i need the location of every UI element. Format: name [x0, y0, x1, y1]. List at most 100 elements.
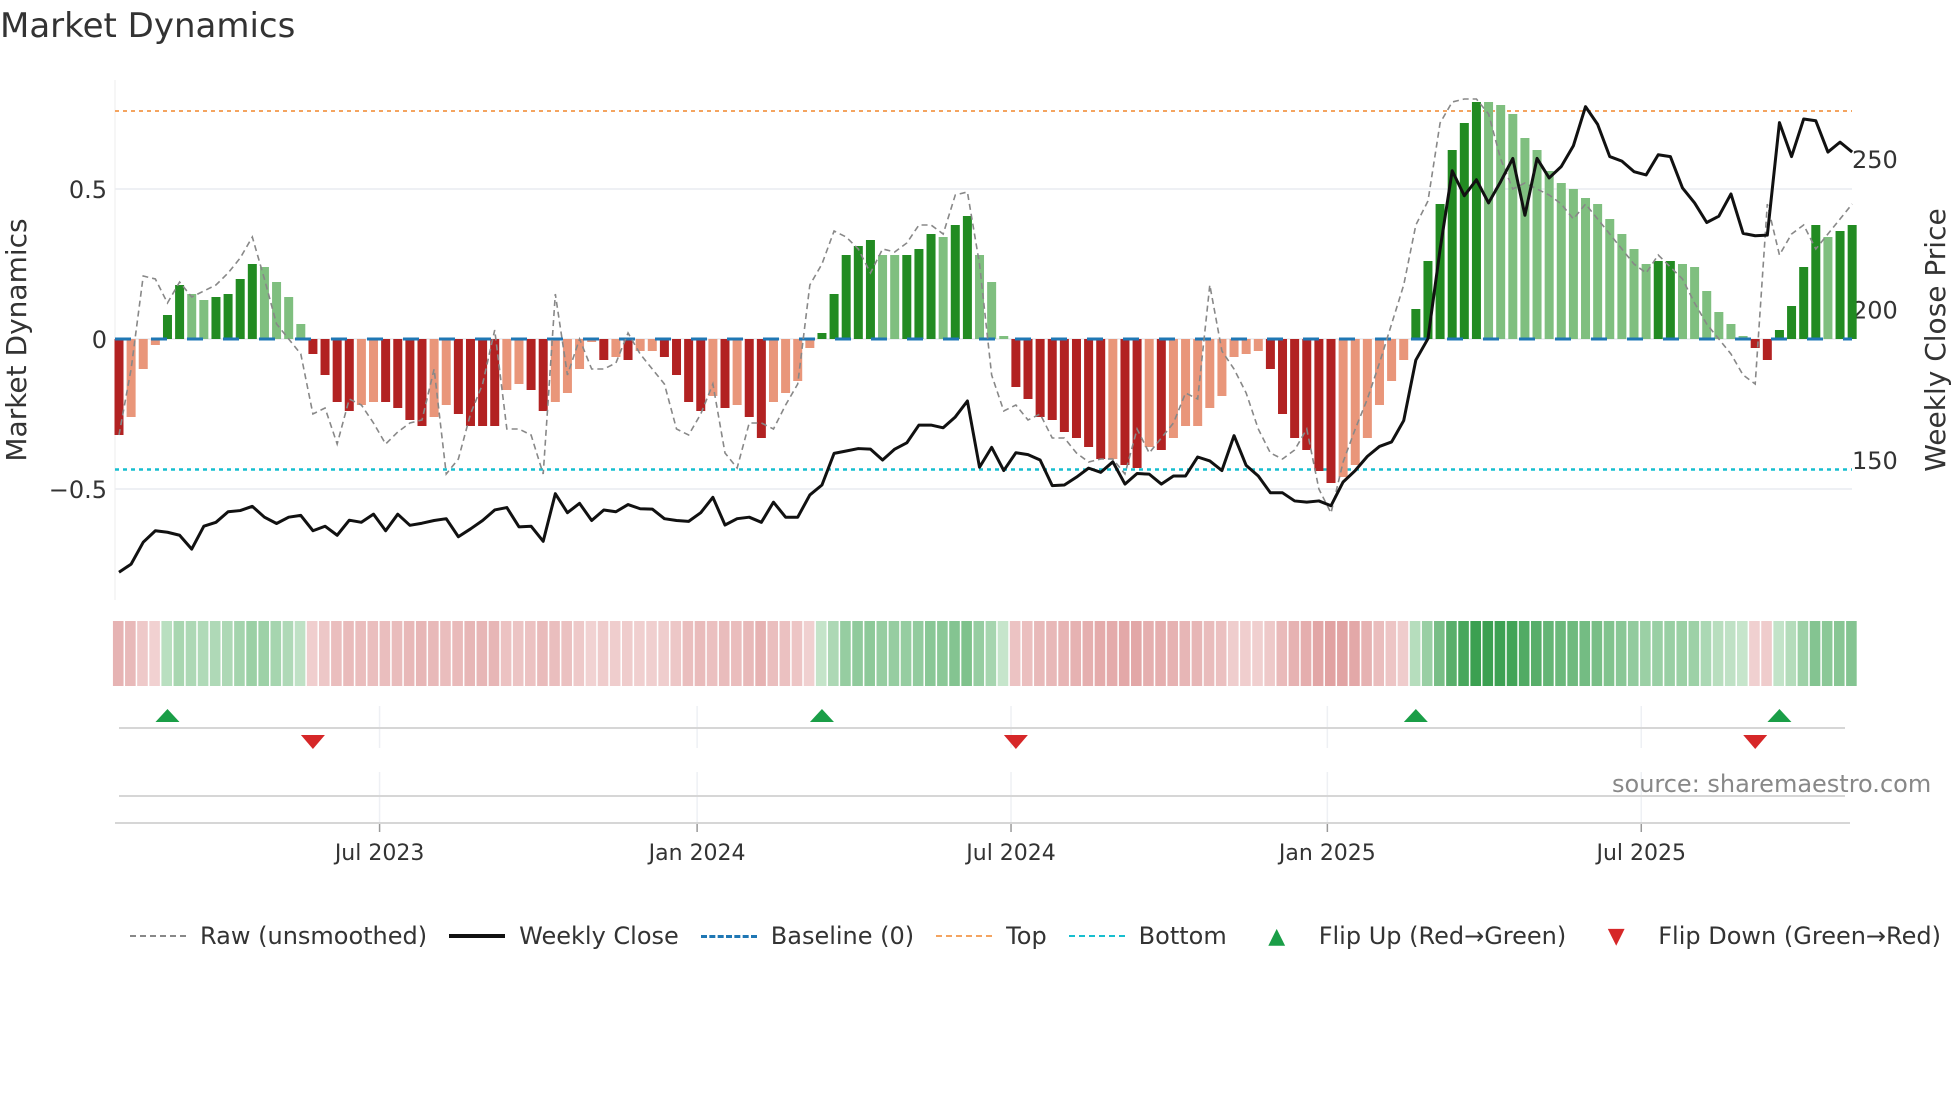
heatmap-cell	[1070, 621, 1082, 686]
heatmap-cell	[549, 621, 560, 686]
bar	[841, 255, 851, 339]
heatmap-cell	[924, 621, 936, 686]
heatmap-cell	[949, 621, 960, 686]
heatmap-cell	[1227, 621, 1239, 686]
bar	[1484, 102, 1494, 339]
bar	[1835, 231, 1845, 339]
bar	[659, 339, 669, 357]
heatmap-cell	[1603, 621, 1615, 686]
legend-label: Raw (unsmoothed)	[200, 922, 428, 950]
flip-down-marker	[1743, 735, 1768, 749]
heatmap-cell	[476, 621, 488, 686]
heatmap-cell	[1712, 621, 1724, 686]
bar	[1423, 261, 1433, 339]
heatmap-cell	[1082, 621, 1094, 686]
bar	[1508, 114, 1518, 339]
heatmap-cell	[1482, 621, 1494, 686]
x-tick-label: Jan 2024	[647, 841, 746, 866]
bar	[1629, 249, 1639, 339]
heatmap-cell	[1361, 621, 1372, 686]
y-tick-label: 0	[92, 326, 107, 354]
legend-label: Bottom	[1138, 922, 1227, 950]
heatmap-cell	[1640, 621, 1651, 686]
bar	[1520, 138, 1530, 339]
bar	[1290, 339, 1300, 438]
heatmap-cell	[1300, 621, 1312, 686]
heatmap-cell	[1458, 621, 1469, 686]
flip-up-marker	[1403, 709, 1428, 722]
bar	[1605, 219, 1615, 339]
bar	[1241, 339, 1251, 354]
heatmap-cell	[912, 621, 924, 686]
heatmap-cell	[1215, 621, 1227, 686]
heatmap-cell	[1191, 621, 1203, 686]
bar	[890, 255, 900, 339]
y2-tick-label: 250	[1852, 146, 1898, 174]
heatmap-cell	[658, 621, 669, 686]
heatmap-cell	[1167, 621, 1178, 686]
bar	[1193, 339, 1203, 426]
heatmap-cell	[343, 621, 354, 686]
raw-line-swatch	[130, 935, 186, 937]
legend: Raw (unsmoothed) Weekly Close Baseline (…	[130, 922, 1960, 950]
heatmap-cell	[1094, 621, 1106, 686]
heatmap-cell	[1530, 621, 1542, 686]
legend-item-bottom: Bottom	[1068, 922, 1227, 950]
heatmap-cell	[731, 621, 742, 686]
legend-item-baseline: Baseline (0)	[700, 922, 914, 950]
heatmap-cell	[1446, 621, 1457, 686]
bar	[1459, 123, 1469, 339]
heatmap-cell	[331, 621, 342, 686]
bar	[1556, 183, 1566, 339]
bar	[465, 339, 475, 426]
heatmap-cell	[997, 621, 1009, 686]
close-line-swatch	[449, 934, 506, 938]
heatmap-cell	[415, 621, 427, 686]
bar	[272, 282, 282, 339]
heatmap-cell	[1106, 621, 1118, 686]
bar	[611, 339, 621, 357]
flip-up-marker	[809, 709, 834, 722]
bar	[938, 237, 948, 339]
bar	[1665, 261, 1675, 339]
bar	[211, 297, 221, 339]
heatmap-cell	[634, 621, 645, 686]
heatmap-cell	[1252, 621, 1263, 686]
heatmap-cell	[621, 621, 633, 686]
legend-item-close: Weekly Close	[449, 922, 679, 950]
heatmap-cell	[403, 621, 415, 686]
heatmap-cell	[234, 621, 245, 686]
heatmap-cell	[1688, 621, 1700, 686]
heatmap-cell	[258, 621, 269, 686]
raw-line	[118, 98, 1853, 516]
bar	[247, 264, 257, 339]
heatmap-cell	[452, 621, 463, 686]
bar	[1593, 204, 1603, 339]
bar	[296, 324, 306, 339]
bar	[878, 255, 888, 339]
bar	[684, 339, 694, 402]
legend-label: Top	[1006, 922, 1047, 950]
heatmap-cell	[209, 621, 221, 686]
heatmap-cell	[270, 621, 282, 686]
heatmap-cell	[1518, 621, 1530, 686]
heatmap-cell	[694, 621, 706, 686]
triangle-down-icon: ▼	[1607, 923, 1625, 949]
heatmap-cell	[1324, 621, 1336, 686]
heatmap-cell	[1349, 621, 1360, 686]
bar	[1338, 339, 1348, 477]
heatmap-cell	[1543, 621, 1554, 686]
bar	[1496, 105, 1506, 339]
heatmap-cell	[888, 621, 900, 686]
y2-axis-label: Weekly Close Price	[1919, 208, 1952, 471]
heatmap-cell	[1664, 621, 1675, 686]
bar	[1059, 339, 1069, 432]
heatmap-cell	[1179, 621, 1191, 686]
y-tick-label: 0.5	[69, 176, 107, 204]
bar	[369, 339, 379, 402]
flip-down-marker	[1003, 735, 1028, 749]
bar	[926, 234, 936, 339]
bar	[1387, 339, 1397, 381]
bottom-line-swatch	[1068, 935, 1125, 937]
heatmap-cell	[1155, 621, 1166, 686]
